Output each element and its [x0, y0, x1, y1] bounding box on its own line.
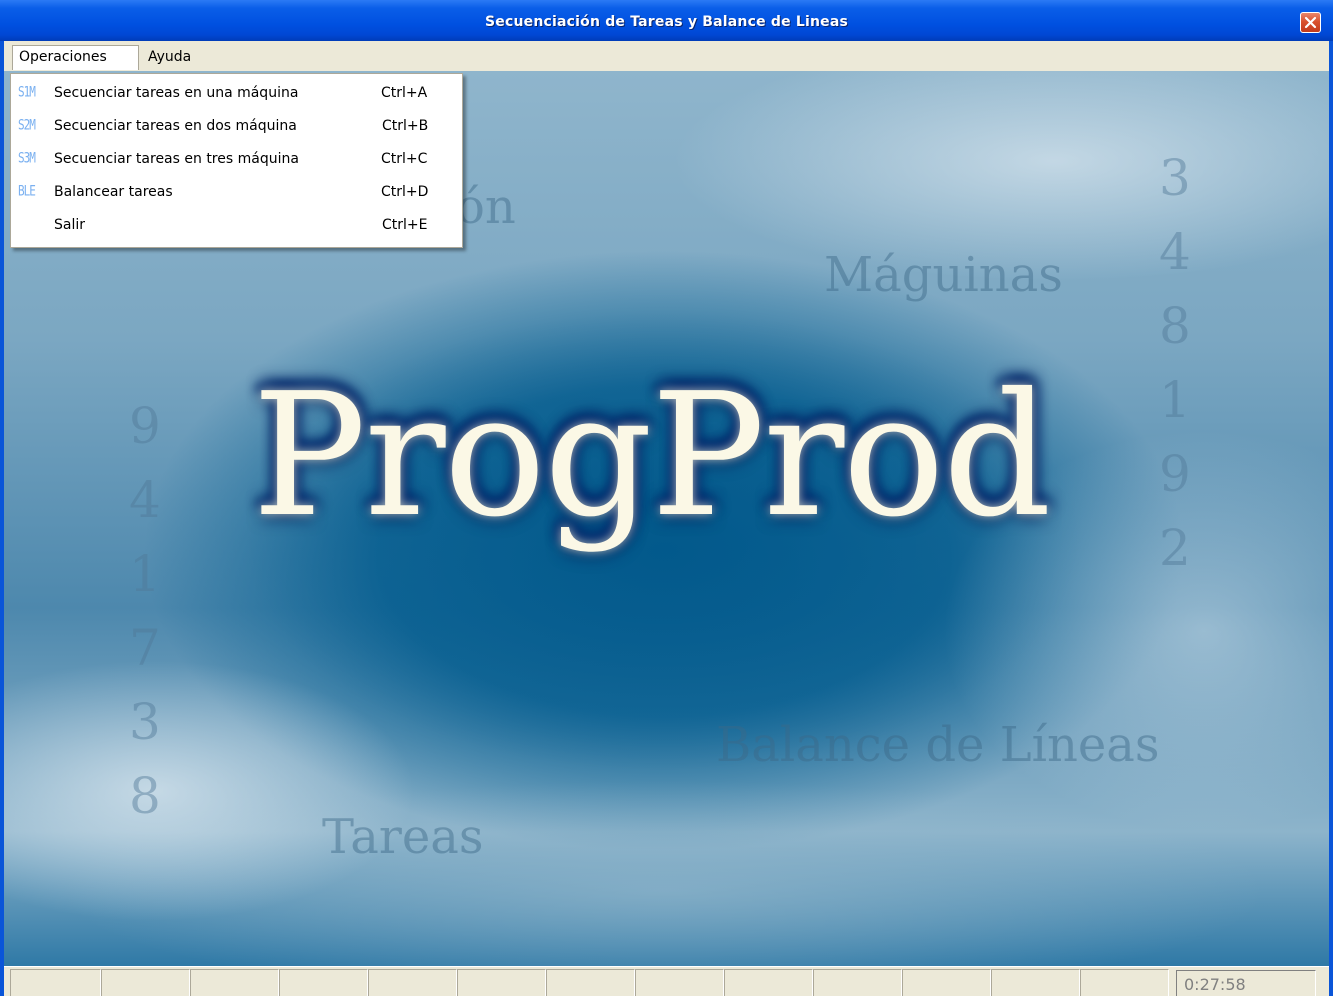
status-panel	[368, 969, 457, 996]
operaciones-dropdown: S1M Secuenciar tareas en una máquina Ctr…	[10, 73, 463, 248]
menu-item-shortcut: Ctrl+E	[382, 217, 428, 233]
status-panel	[991, 969, 1080, 996]
app-window: Secuenciación de Tareas y Balance de Lin…	[0, 0, 1333, 996]
close-button[interactable]	[1300, 12, 1321, 33]
digit: 3	[129, 693, 161, 751]
menu-item-label: Secuenciar tareas en tres máquina	[54, 151, 299, 167]
status-panel	[1080, 969, 1169, 996]
status-panel	[546, 969, 635, 996]
status-bar: 0:27:58	[4, 966, 1329, 996]
bg-word-balance: Balance de Líneas	[716, 717, 1160, 773]
digit: 4	[1159, 223, 1191, 281]
s1m-icon: S1M	[18, 84, 36, 101]
digit: 8	[1159, 297, 1191, 355]
digit: 9	[129, 397, 161, 455]
status-panel	[101, 969, 190, 996]
menu-item-shortcut: Ctrl+D	[381, 184, 429, 200]
title-bar[interactable]: Secuenciación de Tareas y Balance de Lin…	[0, 0, 1333, 41]
status-panel	[813, 969, 902, 996]
digits-left: 9 4 1 7 3 8	[129, 389, 161, 833]
logo-text: ProgProd	[252, 357, 1052, 555]
menu-item-label: Secuenciar tareas en dos máquina	[54, 118, 297, 134]
status-panel	[635, 969, 724, 996]
menu-ayuda[interactable]: Ayuda	[142, 45, 214, 70]
status-panel	[902, 969, 991, 996]
digit: 3	[1159, 149, 1191, 207]
menu-item-shortcut: Ctrl+C	[381, 151, 428, 167]
close-icon	[1304, 16, 1317, 29]
status-panel	[279, 969, 368, 996]
bg-word-on: ón	[456, 179, 516, 235]
digit: 1	[1159, 371, 1191, 429]
menu-item-label: Secuenciar tareas en una máquina	[54, 85, 299, 101]
ble-icon: BLE	[18, 183, 36, 200]
status-clock: 0:27:58	[1176, 970, 1316, 996]
digit: 1	[129, 545, 161, 603]
menu-item-salir[interactable]: Salir Ctrl+E	[11, 210, 462, 243]
status-panel	[724, 969, 813, 996]
bg-word-maquinas: Máguinas	[824, 247, 1063, 303]
status-panel	[10, 969, 101, 996]
status-panel	[190, 969, 279, 996]
digits-right: 3 4 8 1 9 2	[1159, 141, 1191, 585]
menu-bar: Operaciones Ayuda	[4, 41, 1329, 71]
digit: 9	[1159, 445, 1191, 503]
digit: 7	[129, 619, 161, 677]
menu-item-balancear[interactable]: BLE Balancear tareas Ctrl+D	[11, 177, 462, 210]
s2m-icon: S2M	[18, 117, 36, 134]
menu-item-shortcut: Ctrl+A	[381, 85, 428, 101]
menu-item-secuenciar-tres[interactable]: S3M Secuenciar tareas en tres máquina Ct…	[11, 144, 462, 177]
menu-item-secuenciar-una[interactable]: S1M Secuenciar tareas en una máquina Ctr…	[11, 78, 462, 111]
window-title: Secuenciación de Tareas y Balance de Lin…	[485, 14, 848, 30]
menu-item-secuenciar-dos[interactable]: S2M Secuenciar tareas en dos máquina Ctr…	[11, 111, 462, 144]
s3m-icon: S3M	[18, 150, 36, 167]
bg-word-tareas: Tareas	[322, 809, 484, 865]
digit: 4	[129, 471, 161, 529]
digit: 8	[129, 767, 161, 825]
digit: 2	[1159, 519, 1191, 577]
menu-operaciones[interactable]: Operaciones	[12, 45, 139, 70]
status-panel	[457, 969, 546, 996]
menu-item-label: Salir	[54, 217, 86, 233]
menu-item-shortcut: Ctrl+B	[382, 118, 429, 134]
menu-item-label: Balancear tareas	[54, 184, 173, 200]
